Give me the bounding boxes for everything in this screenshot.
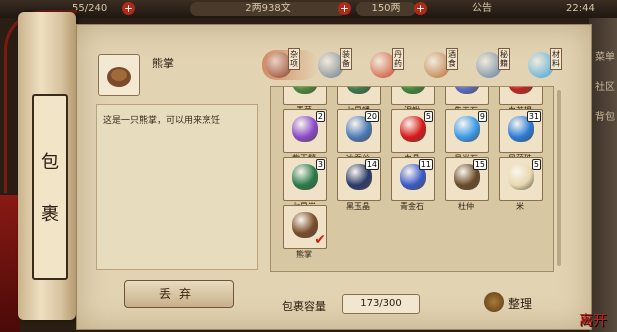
item-icon — [508, 164, 534, 190]
item-icon — [292, 164, 318, 190]
category-label: 材料 — [550, 48, 562, 70]
side-menu-item[interactable]: 社区 — [595, 78, 615, 93]
bag-title-char-1: 包 — [41, 152, 59, 173]
item-quantity: 5 — [423, 111, 433, 122]
add-money-button[interactable]: + — [338, 2, 351, 15]
sort-button[interactable]: 整理 — [484, 292, 544, 314]
bag-title-char-2: 裹 — [41, 204, 59, 225]
stamina-text: 55/240 — [72, 3, 108, 14]
category-label: 杂项 — [288, 48, 300, 70]
item-slot[interactable]: 31 — [499, 109, 543, 153]
drop-button[interactable]: 丢弃 — [124, 280, 234, 308]
money-bag-icon — [484, 292, 504, 312]
item-slot[interactable]: 5 — [391, 109, 435, 153]
grid-scrollbar[interactable] — [557, 90, 561, 266]
item-name-label: 黑玉晶 — [346, 202, 370, 211]
item-name-label: 熊掌 — [296, 250, 312, 259]
money-text: 2两938文 — [190, 2, 346, 16]
selected-item-icon — [98, 54, 140, 96]
add-gold-button[interactable]: + — [414, 2, 427, 15]
tassel-decoration — [0, 195, 20, 332]
item-slot[interactable]: 15 — [445, 157, 489, 201]
scroll-roll: 包 裹 — [18, 12, 76, 320]
category-label: 秘籍 — [498, 48, 510, 70]
side-menu-item[interactable]: 菜单 — [595, 48, 615, 63]
item-slot[interactable]: 14 — [337, 157, 381, 201]
item-slot[interactable]: 2 — [283, 109, 327, 153]
item-slot[interactable] — [499, 87, 543, 105]
item-quantity: 5 — [531, 159, 541, 170]
exit-logo[interactable]: 离开 — [579, 310, 607, 330]
item-quantity: 9 — [477, 111, 487, 122]
item-icon — [508, 87, 534, 94]
notice-button[interactable]: 公告 — [472, 2, 492, 16]
item-icon — [454, 87, 480, 94]
item-slot[interactable]: 5 — [499, 157, 543, 201]
selected-check-icon: ✔ — [314, 232, 326, 248]
item-icon — [454, 116, 480, 142]
bear-paw-icon — [107, 67, 131, 87]
category-label: 装备 — [340, 48, 352, 70]
gold-text: 150两 — [356, 2, 416, 16]
item-slot[interactable]: 9 — [445, 109, 489, 153]
item-description-box: 这是一只熊掌，可以用来烹饪 — [96, 104, 258, 270]
item-quantity: 20 — [364, 111, 379, 122]
item-description: 这是一只熊掌，可以用来烹饪 — [103, 116, 221, 126]
capacity-value: 173/300 — [342, 294, 420, 314]
item-slot[interactable]: 20 — [337, 109, 381, 153]
item-icon — [400, 87, 426, 94]
clock-text: 22:44 — [566, 3, 595, 14]
item-quantity: 15 — [472, 159, 487, 170]
item-slot[interactable] — [283, 87, 327, 105]
item-grid: 青菜七星幡泥鳅先天石血苔提2紫玉髓20冰蚕丝5血晶9月光石31风蕴珠3七星岩14… — [270, 86, 554, 272]
side-menu: 菜单 社区 背包 — [589, 18, 617, 332]
item-name-label: 青金石 — [400, 202, 424, 211]
top-status-bar: 55/240 + 2两938文 + 150两 + 公告 22:44 — [0, 0, 617, 18]
sort-label: 整理 — [508, 297, 533, 311]
category-label: 丹药 — [392, 48, 404, 70]
item-icon — [400, 116, 426, 142]
item-icon — [292, 87, 318, 94]
item-name-label: 米 — [516, 202, 524, 211]
item-slot[interactable]: ✔ — [283, 205, 327, 249]
item-slot[interactable] — [445, 87, 489, 105]
selected-item-name: 熊掌 — [152, 57, 174, 70]
item-slot[interactable] — [337, 87, 381, 105]
item-name-label: 杜仲 — [458, 202, 474, 211]
item-quantity: 3 — [315, 159, 325, 170]
add-stamina-button[interactable]: + — [122, 2, 135, 15]
item-icon — [292, 116, 318, 142]
category-label: 酒食 — [446, 48, 458, 70]
item-slot[interactable] — [391, 87, 435, 105]
item-quantity: 31 — [526, 111, 541, 122]
side-menu-item[interactable]: 背包 — [595, 108, 615, 123]
item-quantity: 2 — [315, 111, 325, 122]
item-icon — [346, 87, 372, 94]
item-slot[interactable]: 3 — [283, 157, 327, 201]
item-quantity: 11 — [418, 159, 433, 170]
bag-title-tab: 包 裹 — [32, 94, 68, 280]
capacity-label: 包裹容量 — [282, 300, 326, 313]
item-slot[interactable]: 11 — [391, 157, 435, 201]
item-quantity: 14 — [364, 159, 379, 170]
